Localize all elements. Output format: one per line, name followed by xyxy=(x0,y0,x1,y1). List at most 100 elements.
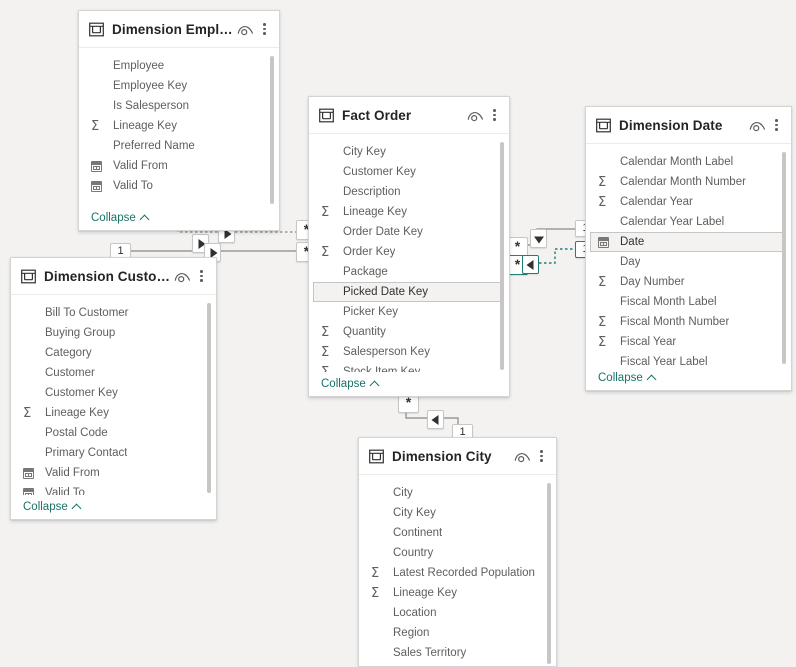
table-header[interactable]: Dimension Employee xyxy=(79,11,279,48)
field-row[interactable]: ΣCalendar Year xyxy=(586,192,791,212)
field-row[interactable]: Primary Contact xyxy=(11,443,216,463)
eye-hide-icon[interactable] xyxy=(466,108,485,123)
table-field-list[interactable]: Bill To Customer Buying Group Category C… xyxy=(11,295,216,495)
field-row[interactable]: Order Date Key xyxy=(309,222,509,242)
table-card-dimension-city[interactable]: Dimension City City City Key Continent C… xyxy=(358,437,557,667)
field-row[interactable]: Employee xyxy=(79,56,279,76)
table-header[interactable]: Fact Order xyxy=(309,97,509,134)
eye-hide-icon[interactable] xyxy=(513,449,532,464)
table-header[interactable]: Dimension Customer xyxy=(11,258,216,295)
field-row[interactable]: Description xyxy=(309,182,509,202)
vertical-scrollbar[interactable] xyxy=(547,483,551,664)
eye-hide-icon[interactable] xyxy=(173,269,192,284)
field-row-selected[interactable]: Date xyxy=(590,232,785,252)
field-row[interactable]: Calendar Year Label xyxy=(586,212,791,232)
eye-hide-icon[interactable] xyxy=(236,22,255,37)
field-row[interactable]: ΣLineage Key xyxy=(79,116,279,136)
field-label: Quantity xyxy=(343,326,386,338)
field-row[interactable]: ΣLineage Key xyxy=(309,202,509,222)
table-card-dimension-customer[interactable]: Dimension Customer Bill To Customer Buyi… xyxy=(10,257,217,520)
field-label: Buying Group xyxy=(45,327,115,339)
table-card-dimension-employee[interactable]: Dimension Employee Employee Employee Key… xyxy=(78,10,280,231)
field-row[interactable]: ΣLineage Key xyxy=(359,583,556,603)
field-row[interactable]: ΣFiscal Year xyxy=(586,332,791,352)
field-label: Calendar Month Number xyxy=(620,176,746,188)
table-card-dimension-date[interactable]: Dimension Date Calendar Month Label ΣCal… xyxy=(585,106,792,391)
field-row-selected[interactable]: Picked Date Key xyxy=(313,282,503,302)
cross-filter-arrow-down-icon[interactable] xyxy=(530,229,547,248)
field-row[interactable]: ΣQuantity xyxy=(309,322,509,342)
table-field-list[interactable]: Calendar Month Label ΣCalendar Month Num… xyxy=(586,144,791,366)
field-row[interactable]: Preferred Name xyxy=(79,136,279,156)
field-row[interactable]: Bill To Customer xyxy=(11,303,216,323)
field-row[interactable]: Customer xyxy=(11,363,216,383)
vertical-scrollbar[interactable] xyxy=(270,56,274,204)
field-row[interactable]: Valid To xyxy=(79,176,279,196)
field-row[interactable]: Day xyxy=(586,252,791,272)
field-row[interactable]: Fiscal Year Label xyxy=(586,352,791,366)
field-row[interactable]: Category xyxy=(11,343,216,363)
field-row[interactable]: Region xyxy=(359,623,556,643)
collapse-label: Collapse xyxy=(23,501,68,513)
field-row[interactable]: Package xyxy=(309,262,509,282)
table-header[interactable]: Dimension City xyxy=(359,438,556,475)
field-row[interactable]: Valid To xyxy=(11,483,216,495)
eye-hide-icon[interactable] xyxy=(748,118,767,133)
field-row[interactable]: City Key xyxy=(359,503,556,523)
field-row[interactable]: Continent xyxy=(359,523,556,543)
more-options-icon[interactable] xyxy=(257,21,271,37)
field-row[interactable]: ΣLatest Recorded Population xyxy=(359,563,556,583)
table-field-list[interactable]: City City Key Continent Country ΣLatest … xyxy=(359,475,556,666)
sigma-aggregate-icon: Σ xyxy=(321,346,337,359)
more-options-icon[interactable] xyxy=(534,448,548,464)
field-row[interactable]: ΣFiscal Month Number xyxy=(586,312,791,332)
vertical-scrollbar[interactable] xyxy=(782,152,786,364)
field-row[interactable]: City xyxy=(359,483,556,503)
field-row[interactable]: Fiscal Month Label xyxy=(586,292,791,312)
field-row[interactable]: Valid From xyxy=(11,463,216,483)
field-row[interactable]: Country xyxy=(359,543,556,563)
calendar-date-icon xyxy=(23,488,39,496)
collapse-button[interactable]: Collapse xyxy=(321,378,379,390)
field-row[interactable]: Picker Key xyxy=(309,302,509,322)
vertical-scrollbar[interactable] xyxy=(207,303,211,493)
sigma-aggregate-icon: Σ xyxy=(321,366,337,373)
more-options-icon[interactable] xyxy=(194,268,208,284)
field-row[interactable]: Customer Key xyxy=(309,162,509,182)
field-row[interactable]: Customer Key xyxy=(11,383,216,403)
field-row[interactable]: Calendar Month Label xyxy=(586,152,791,172)
more-options-icon[interactable] xyxy=(487,107,501,123)
field-row[interactable]: ΣStock Item Key xyxy=(309,362,509,372)
vertical-scrollbar[interactable] xyxy=(500,142,504,370)
collapse-button[interactable]: Collapse xyxy=(598,372,656,384)
model-view-canvas[interactable]: 1 1 1 1 * * * * * Dimension Employee xyxy=(0,0,796,665)
field-row[interactable]: Employee Key xyxy=(79,76,279,96)
table-title: Dimension Employee xyxy=(112,22,236,37)
field-row[interactable]: ΣDay Number xyxy=(586,272,791,292)
table-field-list[interactable]: Employee Employee Key Is Salesperson ΣLi… xyxy=(79,48,279,206)
field-label: Employee Key xyxy=(113,80,187,92)
field-row[interactable]: ΣOrder Key xyxy=(309,242,509,262)
field-row[interactable]: Buying Group xyxy=(11,323,216,343)
field-row[interactable]: City Key xyxy=(309,142,509,162)
field-label: Customer xyxy=(45,367,95,379)
cross-filter-arrow-left-icon-selected[interactable] xyxy=(522,255,539,274)
field-row[interactable]: ΣCalendar Month Number xyxy=(586,172,791,192)
collapse-button[interactable]: Collapse xyxy=(91,212,149,224)
field-row[interactable]: Valid From xyxy=(79,156,279,176)
field-row[interactable]: Location xyxy=(359,603,556,623)
table-card-fact-order[interactable]: Fact Order City Key Customer Key Descrip… xyxy=(308,96,510,397)
table-footer: Collapse xyxy=(309,372,509,396)
field-row[interactable]: Is Salesperson xyxy=(79,96,279,116)
table-header[interactable]: Dimension Date xyxy=(586,107,791,144)
collapse-button[interactable]: Collapse xyxy=(23,501,81,513)
field-label: Employee xyxy=(113,60,164,72)
field-row[interactable]: ΣSalesperson Key xyxy=(309,342,509,362)
field-row[interactable]: Sales Territory xyxy=(359,643,556,663)
field-row[interactable]: ΣLineage Key xyxy=(11,403,216,423)
chevron-up-icon xyxy=(371,380,379,388)
cross-filter-arrow-left-icon[interactable] xyxy=(427,410,444,429)
field-row[interactable]: Postal Code xyxy=(11,423,216,443)
more-options-icon[interactable] xyxy=(769,117,783,133)
table-field-list[interactable]: City Key Customer Key Description ΣLinea… xyxy=(309,134,509,372)
